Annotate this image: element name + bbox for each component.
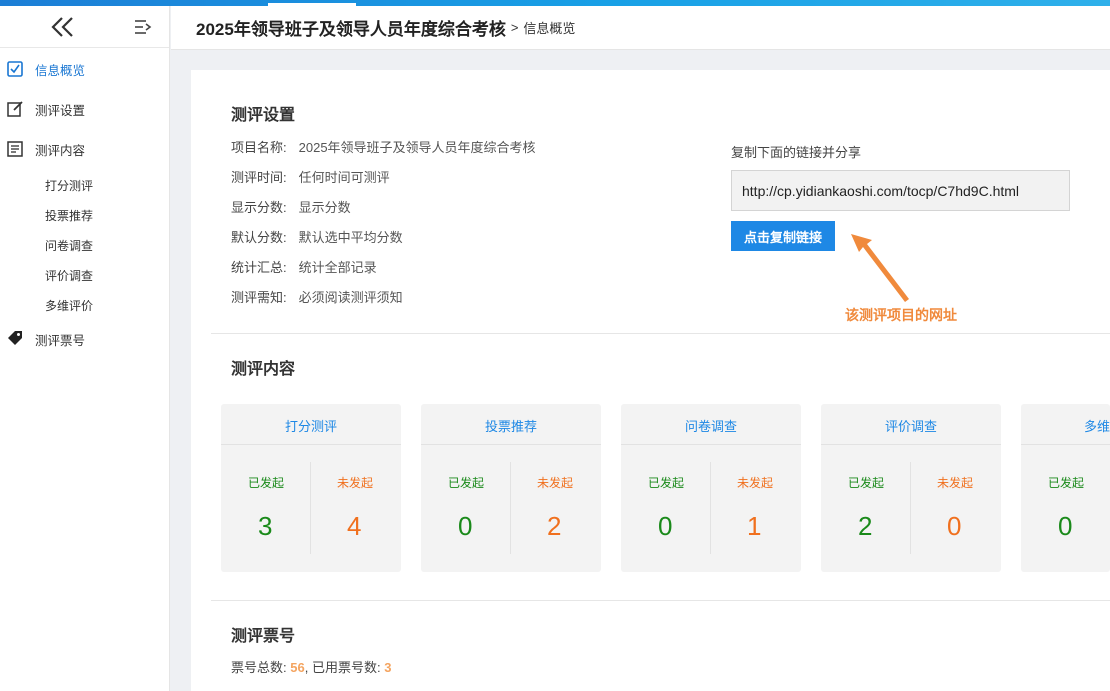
sidebar-subitem-evaluation[interactable]: 评价调查	[45, 267, 93, 284]
ticket-total-label: 票号总数:	[231, 660, 287, 675]
pending-label: 未发起	[937, 476, 974, 490]
stat-card-divider	[1021, 444, 1110, 445]
stat-card-evaluation[interactable]: 评价调查 已发起 未发起 2 0	[821, 404, 1001, 572]
stat-card-title: 问卷调查	[684, 419, 737, 434]
edit-icon	[7, 101, 23, 117]
sidebar-subitem-voting[interactable]: 投票推荐	[45, 207, 93, 224]
info-key: 统计汇总:	[231, 260, 287, 275]
info-row-show-score: 显示分数: 显示分数	[231, 197, 351, 216]
ticket-separator: ,	[304, 660, 309, 675]
stat-card-title: 评价调查	[884, 419, 937, 434]
stat-card-divider	[421, 444, 601, 445]
ticket-total-value: 56	[290, 660, 305, 675]
sidebar-item-settings[interactable]: 测评设置	[0, 93, 170, 125]
ticket-used-value: 3	[384, 660, 392, 675]
info-value: 显示分数	[298, 200, 351, 215]
section-divider	[211, 333, 1110, 334]
sidebar-item-label: 测评内容	[35, 143, 86, 158]
started-count: 0	[458, 511, 473, 541]
info-value: 任何时间可测评	[298, 170, 390, 185]
info-key: 显示分数:	[231, 200, 287, 215]
settings-section-title: 测评设置	[231, 107, 296, 124]
sidebar-item-label: 测评设置	[35, 103, 86, 118]
double-chevron-left-icon[interactable]	[50, 16, 76, 38]
stat-card-scoring[interactable]: 打分测评 已发起 未发起 3 4	[221, 404, 401, 572]
stat-card-divider	[510, 462, 511, 554]
stat-card-divider	[910, 462, 911, 554]
stat-card-title: 打分测评	[284, 419, 337, 434]
stat-card-divider	[221, 444, 401, 445]
info-value: 默认选中平均分数	[298, 230, 403, 245]
sidebar-item-tickets[interactable]: 测评票号	[0, 323, 170, 355]
info-key: 项目名称:	[231, 140, 287, 155]
section-divider	[211, 600, 1110, 601]
info-value: 2025年领导班子及领导人员年度综合考核	[298, 140, 536, 155]
stat-card-multidimensional[interactable]: 多维 已发起 0	[1021, 404, 1110, 572]
main-card	[191, 70, 1110, 691]
pending-count: 4	[347, 511, 362, 541]
stat-card-survey[interactable]: 问卷调查 已发起 未发起 0 1	[621, 404, 801, 572]
pending-count: 2	[547, 511, 562, 541]
annotation-arrow-icon	[851, 234, 909, 302]
sidebar-item-label: 信息概览	[35, 63, 86, 78]
started-count: 0	[658, 511, 673, 541]
tag-icon	[8, 331, 22, 345]
sidebar-header	[0, 6, 169, 48]
share-link-label: 复制下面的链接并分享	[731, 145, 862, 160]
ticket-summary: 票号总数: 56, 已用票号数: 3	[231, 657, 391, 676]
pending-count: 1	[747, 511, 762, 541]
stat-card-divider	[310, 462, 311, 554]
stat-card-title: 投票推荐	[484, 419, 537, 434]
checkbox-icon	[7, 61, 23, 77]
info-row-project-name: 项目名称: 2025年领导班子及领导人员年度综合考核	[231, 137, 536, 156]
stat-card-divider	[621, 444, 801, 445]
annotation-label: 该测评项目的网址	[845, 307, 957, 323]
sidebar-subitem-multidimensional[interactable]: 多维评价	[45, 297, 93, 314]
info-value: 必须阅读测评须知	[298, 290, 403, 305]
stat-card-divider	[710, 462, 711, 554]
menu-toggle-icon[interactable]	[134, 18, 152, 36]
info-row-time: 测评时间: 任何时间可测评	[231, 167, 390, 186]
started-label: 已发起	[648, 476, 685, 490]
page-title: 2025年领导班子及领导人员年度综合考核	[196, 20, 506, 39]
info-value: 统计全部记录	[298, 260, 377, 275]
sidebar-subitem-scoring[interactable]: 打分测评	[45, 177, 93, 194]
started-label: 已发起	[1048, 476, 1085, 490]
breadcrumb-current: 信息概览	[523, 21, 576, 36]
info-row-notice: 测评需知: 必须阅读测评须知	[231, 287, 403, 306]
started-count: 2	[858, 511, 873, 541]
started-count: 3	[258, 511, 273, 541]
content-section-title: 测评内容	[231, 361, 296, 378]
page-header: 2025年领导班子及领导人员年度综合考核 > 信息概览	[171, 6, 1110, 50]
sidebar-subitem-survey[interactable]: 问卷调查	[45, 237, 93, 254]
stat-card-voting[interactable]: 投票推荐 已发起 未发起 0 2	[421, 404, 601, 572]
stat-card-title: 多维	[1083, 419, 1110, 434]
copy-link-button[interactable]: 点击复制链接	[731, 221, 835, 251]
started-label: 已发起	[848, 476, 885, 490]
pending-label: 未发起	[537, 476, 574, 490]
breadcrumb-separator: >	[510, 20, 519, 35]
info-key: 测评时间:	[231, 170, 287, 185]
info-key: 默认分数:	[231, 230, 287, 245]
share-link-field[interactable]: http://cp.yidiankaoshi.com/tocp/C7hd9C.h…	[731, 170, 1070, 211]
started-count: 0	[1058, 511, 1073, 541]
tickets-section-title: 测评票号	[231, 628, 296, 645]
started-label: 已发起	[248, 476, 285, 490]
document-icon	[7, 141, 23, 157]
pending-label: 未发起	[337, 476, 374, 490]
pending-count: 0	[947, 511, 962, 541]
info-row-default-score: 默认分数: 默认选中平均分数	[231, 227, 403, 246]
info-key: 测评需知:	[231, 290, 287, 305]
stat-card-divider	[821, 444, 1001, 445]
info-row-summary: 统计汇总: 统计全部记录	[231, 257, 377, 276]
started-label: 已发起	[448, 476, 485, 490]
sidebar-item-overview[interactable]: 信息概览	[0, 53, 170, 85]
pending-label: 未发起	[737, 476, 774, 490]
ticket-used-label: 已用票号数:	[311, 660, 381, 675]
sidebar-item-label: 测评票号	[35, 333, 86, 348]
sidebar-item-content[interactable]: 测评内容	[0, 133, 170, 165]
